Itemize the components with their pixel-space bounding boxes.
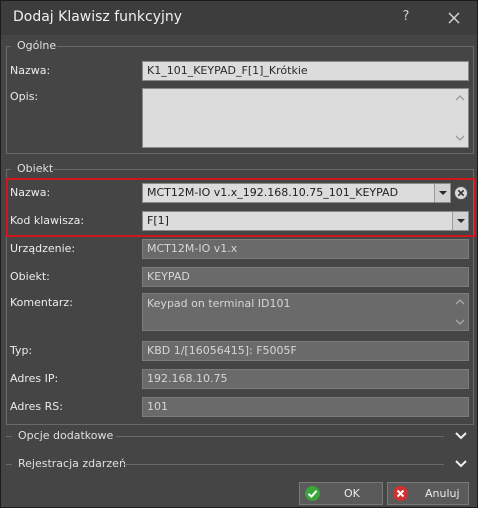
description-scrollbar[interactable] xyxy=(452,89,468,147)
help-button[interactable]: ? xyxy=(397,8,415,26)
comment-label: Komentarz: xyxy=(10,296,73,309)
chevron-down-icon[interactable] xyxy=(454,430,468,442)
highlight-box xyxy=(6,178,476,237)
ok-button[interactable]: OK xyxy=(299,482,383,505)
check-icon xyxy=(305,486,320,501)
device-field: MCT12M-IO v1.x xyxy=(142,239,469,259)
ip-field: 192.168.10.75 xyxy=(142,369,469,389)
description-textarea[interactable] xyxy=(142,88,469,148)
rs-field: 101 xyxy=(142,397,469,417)
type-field: KBD 1/[16056415]: F5005F xyxy=(142,341,469,361)
scroll-down-icon[interactable] xyxy=(455,133,465,143)
scroll-up-icon[interactable] xyxy=(455,297,465,307)
extra-options-section[interactable]: Opcje dodatkowe xyxy=(6,427,474,445)
group-line xyxy=(124,464,444,465)
object-label: Obiekt: xyxy=(10,270,50,283)
close-icon[interactable] xyxy=(444,8,464,28)
scroll-down-icon[interactable] xyxy=(455,317,465,327)
comment-textarea[interactable]: Keypad on terminal ID101 xyxy=(142,293,469,331)
general-name-label: Nazwa: xyxy=(10,64,51,77)
ok-label: OK xyxy=(344,487,360,500)
object-field: KEYPAD xyxy=(142,267,469,287)
cancel-icon xyxy=(393,486,408,501)
dialog-window: Dodaj Klawisz funkcyjny ? Ogólne Nazwa: … xyxy=(0,0,478,508)
group-line xyxy=(6,464,12,465)
description-label: Opis: xyxy=(10,90,39,103)
extra-options-title: Opcje dodatkowe xyxy=(18,429,114,442)
event-logging-title: Rejestracja zdarzeń xyxy=(18,457,126,470)
comment-text: Keypad on terminal ID101 xyxy=(147,297,291,310)
event-logging-section[interactable]: Rejestracja zdarzeń xyxy=(6,455,474,473)
comment-scrollbar[interactable] xyxy=(452,294,468,330)
rs-label: Adres RS: xyxy=(10,400,63,413)
general-name-input[interactable]: K1_101_KEYPAD_F[1]_Krótkie xyxy=(142,61,469,81)
group-line xyxy=(6,436,12,437)
dialog-title: Dodaj Klawisz funkcyjny xyxy=(13,9,183,25)
chevron-down-icon[interactable] xyxy=(454,458,468,470)
cancel-label: Anuluj xyxy=(425,487,460,500)
scroll-up-icon[interactable] xyxy=(455,93,465,103)
title-bar: Dodaj Klawisz funkcyjny ? xyxy=(1,1,477,35)
device-label: Urządzenie: xyxy=(10,242,76,255)
cancel-button[interactable]: Anuluj xyxy=(387,482,469,505)
ip-label: Adres IP: xyxy=(10,372,59,385)
group-line xyxy=(116,436,444,437)
type-label: Typ: xyxy=(10,344,33,357)
